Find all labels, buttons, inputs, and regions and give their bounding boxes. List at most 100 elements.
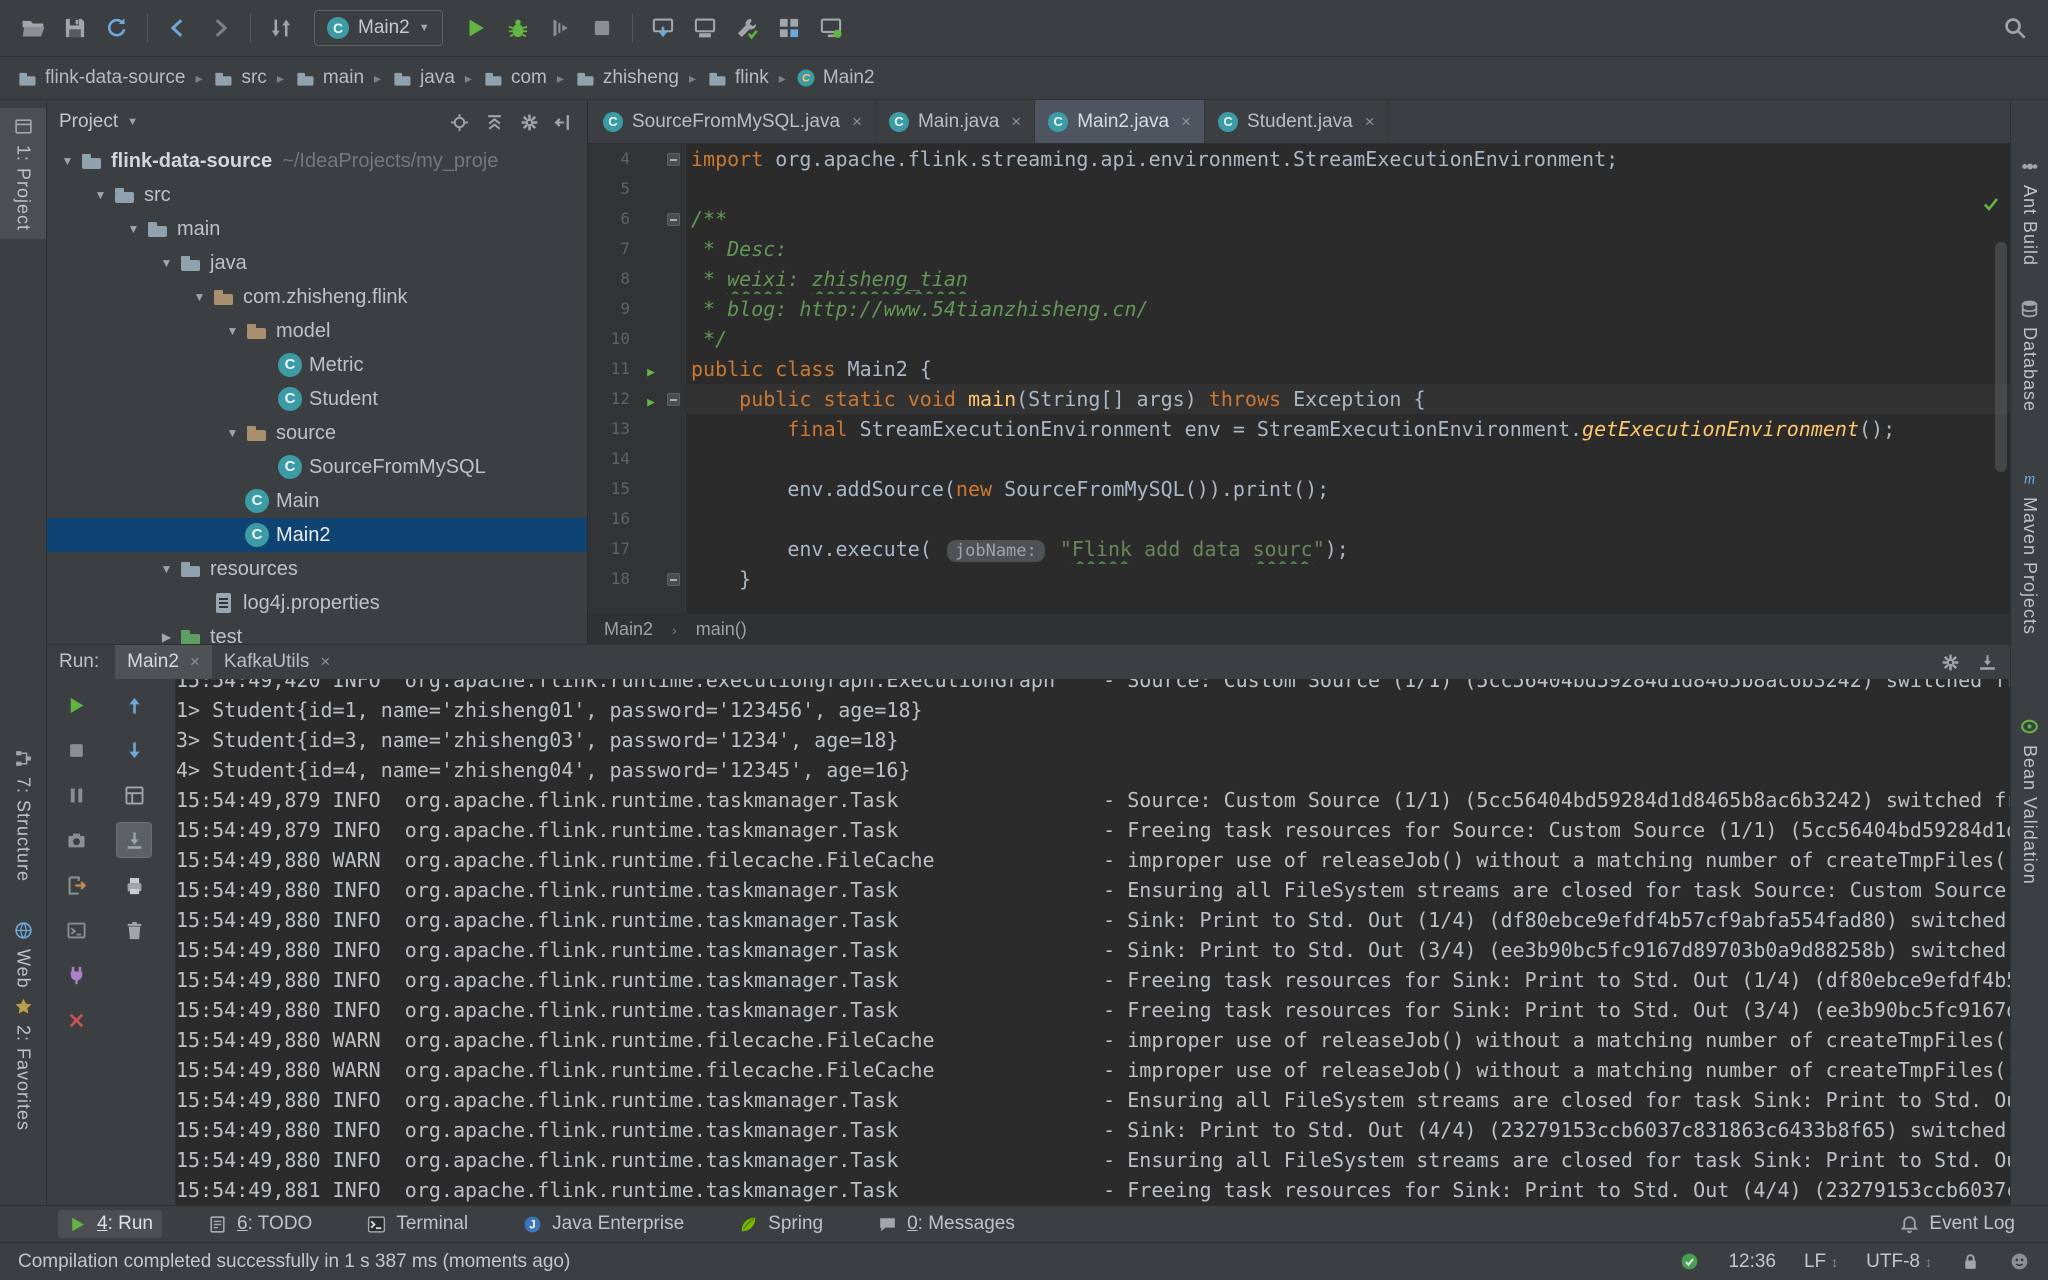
toolwindow-button-database[interactable]: Database [2011, 290, 2048, 420]
tree-item-source[interactable]: ▼source [47, 416, 587, 450]
breadcrumb-method[interactable]: main() [696, 619, 747, 640]
down-button[interactable] [116, 732, 152, 768]
toolwindow-button-java-enterprise[interactable]: JJava Enterprise [513, 1210, 693, 1238]
toolwindow-button-spring[interactable]: Spring [729, 1210, 832, 1238]
console-button[interactable] [58, 912, 94, 948]
breadcrumb-item-src[interactable]: src [212, 67, 266, 89]
tree-item-student[interactable]: CStudent [47, 382, 587, 416]
inspection-status-icon[interactable] [1679, 1251, 1700, 1272]
scrollend-button[interactable] [116, 822, 152, 858]
open-button[interactable] [12, 7, 54, 49]
editor-scrollbar[interactable] [1995, 242, 2007, 472]
breadcrumb-item-com[interactable]: com [482, 67, 547, 89]
expand-arrow-icon[interactable]: ▼ [220, 324, 245, 338]
monitor-button[interactable] [810, 7, 852, 49]
restore-button[interactable] [116, 777, 152, 813]
fold-icon[interactable] [667, 153, 680, 166]
tree-item-test[interactable]: ▶test [47, 620, 587, 644]
inspections-ok-icon[interactable] [1981, 194, 2001, 214]
search-button[interactable] [1994, 7, 2036, 49]
coverage-button[interactable] [539, 7, 581, 49]
toolwindow-button-run[interactable]: 4: Run [58, 1210, 162, 1238]
expand-arrow-icon[interactable]: ▼ [154, 256, 179, 270]
close-icon[interactable]: × [1181, 112, 1191, 132]
encoding-selector[interactable]: UTF-8↕ [1866, 1251, 1932, 1273]
close-icon[interactable]: × [320, 652, 330, 672]
pause-button[interactable] [58, 777, 94, 813]
window-export-button[interactable] [684, 7, 726, 49]
toolwindow-button-terminal[interactable]: Terminal [357, 1210, 477, 1238]
hide-icon[interactable] [554, 112, 575, 133]
expand-arrow-icon[interactable]: ▼ [88, 188, 113, 202]
close-icon[interactable]: × [1011, 112, 1021, 132]
rerun-button[interactable] [58, 687, 94, 723]
editor-tab-main-java[interactable]: CMain.java× [876, 100, 1035, 143]
synchronize-button[interactable] [96, 7, 138, 49]
tree-item-com-zhisheng-flink[interactable]: ▼com.zhisheng.flink [47, 280, 587, 314]
run-configuration-select[interactable]: CMain2▼ [314, 10, 443, 46]
run-tab-kafkautils[interactable]: KafkaUtils× [212, 645, 342, 679]
close-red-button[interactable] [58, 1002, 94, 1038]
gear-icon[interactable] [1940, 652, 1961, 673]
debug-button[interactable] [497, 7, 539, 49]
grid-button[interactable] [768, 7, 810, 49]
line-ending-selector[interactable]: LF↕ [1804, 1251, 1838, 1273]
tree-item-log4j-properties[interactable]: log4j.properties [47, 586, 587, 620]
exit-button[interactable] [58, 867, 94, 903]
tree-item-main[interactable]: ▼main [47, 212, 587, 246]
editor-tab-main2-java[interactable]: CMain2.java× [1035, 100, 1205, 143]
expand-arrow-icon[interactable]: ▼ [187, 290, 212, 304]
close-icon[interactable]: × [852, 112, 862, 132]
plug-button[interactable] [58, 957, 94, 993]
tree-item-main[interactable]: CMain [47, 484, 587, 518]
tree-item-java[interactable]: ▼java [47, 246, 587, 280]
window-import-button[interactable] [642, 7, 684, 49]
hector-inspector-icon[interactable] [2009, 1251, 2030, 1272]
dock-icon[interactable] [1977, 652, 1998, 673]
breadcrumb-item-main[interactable]: main [294, 67, 364, 89]
toolwindow-button-messages[interactable]: 0: Messages [868, 1210, 1024, 1238]
stop-button[interactable] [581, 7, 623, 49]
wrench-check-button[interactable] [726, 7, 768, 49]
print-button[interactable] [116, 867, 152, 903]
run-button[interactable] [455, 7, 497, 49]
toolwindow-button-todo[interactable]: 6: TODO [198, 1210, 321, 1238]
tree-item-sourcefrommysql[interactable]: CSourceFromMySQL [47, 450, 587, 484]
toolwindow-button-web[interactable]: Web [0, 912, 46, 997]
close-icon[interactable]: × [1365, 112, 1375, 132]
run-tab-main2[interactable]: Main2× [115, 645, 212, 679]
expand-arrow-icon[interactable]: ▶ [154, 630, 179, 644]
editor-tab-student-java[interactable]: CStudent.java× [1205, 100, 1389, 143]
tree-item-model[interactable]: ▼model [47, 314, 587, 348]
forward-button[interactable] [199, 7, 241, 49]
toolwindow-button-2-favorites[interactable]: 2: Favorites [0, 988, 46, 1139]
tree-item-src[interactable]: ▼src [47, 178, 587, 212]
fold-icon[interactable] [667, 393, 680, 406]
expand-arrow-icon[interactable]: ▼ [154, 562, 179, 576]
breadcrumb-class[interactable]: Main2 [604, 619, 653, 640]
toolwindow-button-bean-validation[interactable]: Bean Validation [2011, 708, 2048, 893]
camera-button[interactable] [58, 822, 94, 858]
breadcrumb-item-main2[interactable]: CMain2 [796, 67, 875, 89]
fold-icon[interactable] [667, 573, 680, 586]
toolwindow-button-ant-build[interactable]: Ant Build [2011, 148, 2048, 274]
run-line-icon[interactable]: ▶ [647, 365, 655, 380]
tree-item-flink-data-source[interactable]: ▼flink-data-source~/IdeaProjects/my_proj… [47, 144, 587, 178]
breadcrumb-item-flink[interactable]: flink [706, 67, 769, 89]
run-line-icon[interactable]: ▶ [647, 395, 655, 410]
locate-icon[interactable] [449, 112, 470, 133]
event-log-button[interactable]: Event Log [1890, 1210, 2024, 1238]
expand-arrow-icon[interactable]: ▼ [55, 154, 80, 168]
breadcrumb-item-java[interactable]: java [391, 67, 455, 89]
gear-icon[interactable] [519, 112, 540, 133]
tree-item-main2[interactable]: CMain2 [47, 518, 587, 552]
lock-icon[interactable] [1960, 1251, 1981, 1272]
save-all-button[interactable] [54, 7, 96, 49]
up-button[interactable] [116, 687, 152, 723]
back-button[interactable] [157, 7, 199, 49]
code-area[interactable]: 4import org.apache.flink.streaming.api.e… [588, 144, 2010, 614]
collapse-icon[interactable] [484, 112, 505, 133]
breadcrumb-item-zhisheng[interactable]: zhisheng [574, 67, 679, 89]
toolwindow-button-1-project[interactable]: 1: Project [0, 108, 46, 239]
expand-arrow-icon[interactable]: ▼ [220, 426, 245, 440]
